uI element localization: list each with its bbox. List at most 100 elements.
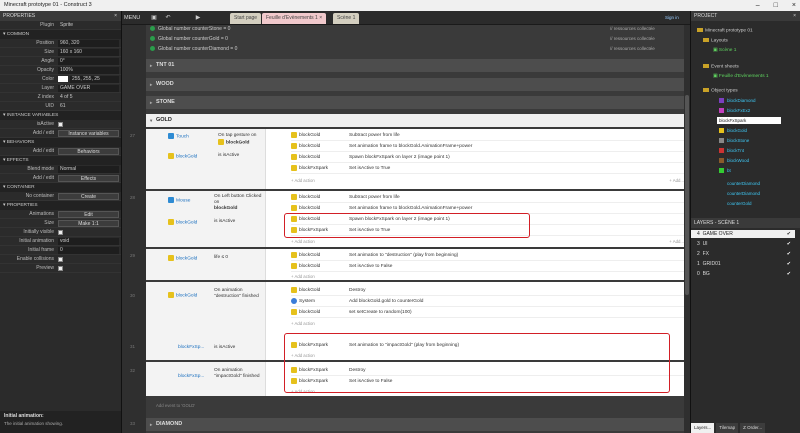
menu-button[interactable]: MENU [124,13,140,23]
tab-start-page[interactable]: Start page [230,13,262,24]
play-icon[interactable]: ▶ [194,14,202,22]
object-item[interactable]: blockWood [719,158,749,164]
folder-event-sheets[interactable]: Event sheets [703,64,739,69]
visible-check-icon[interactable]: ✔ [787,240,791,248]
isactive-checkbox[interactable] [58,121,63,127]
object-item[interactable]: blockDiamond [719,98,756,104]
initially-visible-checkbox[interactable] [58,229,63,235]
event-sheet-item[interactable]: ▣ Feuille d'Evènements 1 [713,74,769,79]
action[interactable]: blockGold Set animation to "destruction" … [291,251,690,261]
condition[interactable]: Touch [168,133,189,140]
size-field[interactable]: 160 x 160 [58,48,119,56]
condition[interactable]: blockFxSp... [178,345,204,351]
initial-frame-field[interactable]: 0 [58,246,119,254]
visible-check-icon[interactable]: ✔ [787,230,791,238]
preview-checkbox[interactable] [58,265,63,271]
add-more-link[interactable]: + Add... [669,239,684,244]
group-gold[interactable]: ▾ GOLD [146,114,690,127]
visible-check-icon[interactable]: ✔ [787,270,791,278]
undo-icon[interactable]: ↶ [164,14,172,22]
maximize-icon[interactable]: □ [774,0,778,11]
add-action-link[interactable]: + Add action [291,321,315,326]
close-icon[interactable]: × [114,11,117,21]
add-action-link[interactable]: + Add action [291,178,315,183]
tab-scene[interactable]: Scène 1 [333,13,360,24]
add-more-link[interactable]: + Add... [669,178,684,183]
layer-row[interactable]: 0 BG ✔ [691,270,795,278]
condition[interactable]: blockFxSp... [178,374,204,380]
tab-z-order[interactable]: Z Order... [740,423,766,433]
section-behaviors[interactable]: ▾ BEHAVIORS [0,138,121,147]
event-block[interactable]: Touch On tap gesture on blockGold blockGo… [146,129,690,191]
event-block[interactable]: Mouse On Left button Clicked on blockGold… [146,191,690,249]
condition[interactable]: blockGold [168,255,197,262]
layer-row[interactable]: 4 GAME OVER ✔ [691,230,795,238]
object-item[interactable]: bt [719,168,731,174]
action[interactable]: blockGold set setCreate to random(100) [291,308,690,318]
close-icon[interactable]: × [793,11,796,21]
minimize-icon[interactable]: – [756,0,760,11]
color-field[interactable]: 255, 255, 25 [70,75,119,83]
blend-mode-select[interactable]: Normal [58,165,119,173]
object-item[interactable]: blockTnt [719,148,744,154]
action[interactable]: blockFxSpark Set isActive to True [291,164,690,174]
object-item[interactable]: blockStone [719,138,749,144]
make-1-1-button[interactable]: Make 1:1 [58,219,119,227]
section-properties[interactable]: ▾ PROPERTIES [0,201,121,210]
condition[interactable]: Mouse [168,197,190,204]
layer-select[interactable]: GAME OVER [58,84,119,92]
section-container[interactable]: ▾ CONTAINER [0,183,121,192]
position-field[interactable]: 960, 320 [58,39,119,47]
project-root[interactable]: Minecraft prototype 01 [697,28,753,33]
group-tnt[interactable]: ▸ TNT 01 [146,59,690,72]
effects-button[interactable]: Effects [58,174,119,182]
color-swatch[interactable] [58,76,68,82]
object-item-selected[interactable]: blockFxSpark [717,117,781,124]
expand-icon[interactable]: ▸ [150,78,152,91]
condition[interactable]: blockGold [168,153,197,160]
action[interactable]: blockGold Spawn blockFxSpark on layer 2 (… [291,153,690,163]
scrollbar-thumb[interactable] [685,95,689,295]
section-instance-variables[interactable]: ▾ INSTANCE VARIABLES [0,111,121,120]
expand-icon[interactable]: ▸ [150,96,152,109]
global-variable[interactable]: Global number counterGold = 0 // ressourc… [150,35,655,43]
expand-icon[interactable]: ▸ [150,418,152,431]
object-item[interactable]: counterGold [719,201,752,206]
section-common[interactable]: ▾ COMMON [0,30,121,39]
instance-variables-button[interactable]: Instance variables [58,129,119,137]
action[interactable]: System Add blockGold.gold to counterGold [291,297,690,307]
event-block[interactable]: blockGold life ≤ 0 blockGold Set animatio… [146,249,690,282]
action[interactable]: blockGold Set isActive to False [291,262,690,272]
initial-animation-field[interactable]: void [58,237,119,245]
group-stone[interactable]: ▸ STONE [146,96,690,109]
tab-event-sheet[interactable]: Feuille d'Evènements 1 × [262,13,327,24]
object-item[interactable]: blockFxEx2 [719,108,750,114]
add-action-link[interactable]: + Add action [291,239,315,244]
behaviors-button[interactable]: Behaviors [58,147,119,155]
action[interactable]: blockGold Subtract power from life [291,193,690,203]
tab-tilemap[interactable]: Tilemap [716,423,739,433]
group-diamond[interactable]: ▸ DIAMOND [146,418,690,431]
tab-layers[interactable]: Layers... [691,423,715,433]
sign-in-link[interactable]: Sign in [665,15,679,20]
condition[interactable]: blockGold [168,219,197,226]
save-icon[interactable]: ▣ [150,14,158,22]
add-event-link[interactable]: Add event to 'GOLD' [156,403,195,408]
collapse-icon[interactable]: ▾ [150,114,152,127]
layer-row[interactable]: 2 FX ✔ [691,250,795,258]
close-icon[interactable]: × [792,0,796,11]
visible-check-icon[interactable]: ✔ [787,260,791,268]
layer-row[interactable]: 1 GRID01 ✔ [691,260,795,268]
create-container-button[interactable]: Create [58,192,119,200]
global-variable[interactable]: Global number counterDiamond = 0 // resso… [150,45,655,53]
action[interactable]: blockGold Subtract power from life [291,131,690,141]
add-action-link[interactable]: + Add action [291,274,315,279]
global-variable[interactable]: Global number counterStone = 0 // ressour… [150,25,655,33]
angle-field[interactable]: 0° [58,57,119,65]
visible-check-icon[interactable]: ✔ [787,250,791,258]
layer-row[interactable]: 3 UI ✔ [691,240,795,248]
expand-icon[interactable]: ▸ [150,59,152,72]
folder-object-types[interactable]: Object types [703,88,738,93]
opacity-field[interactable]: 100% [58,66,119,74]
layout-item[interactable]: ▣ Scène 1 [713,48,736,53]
